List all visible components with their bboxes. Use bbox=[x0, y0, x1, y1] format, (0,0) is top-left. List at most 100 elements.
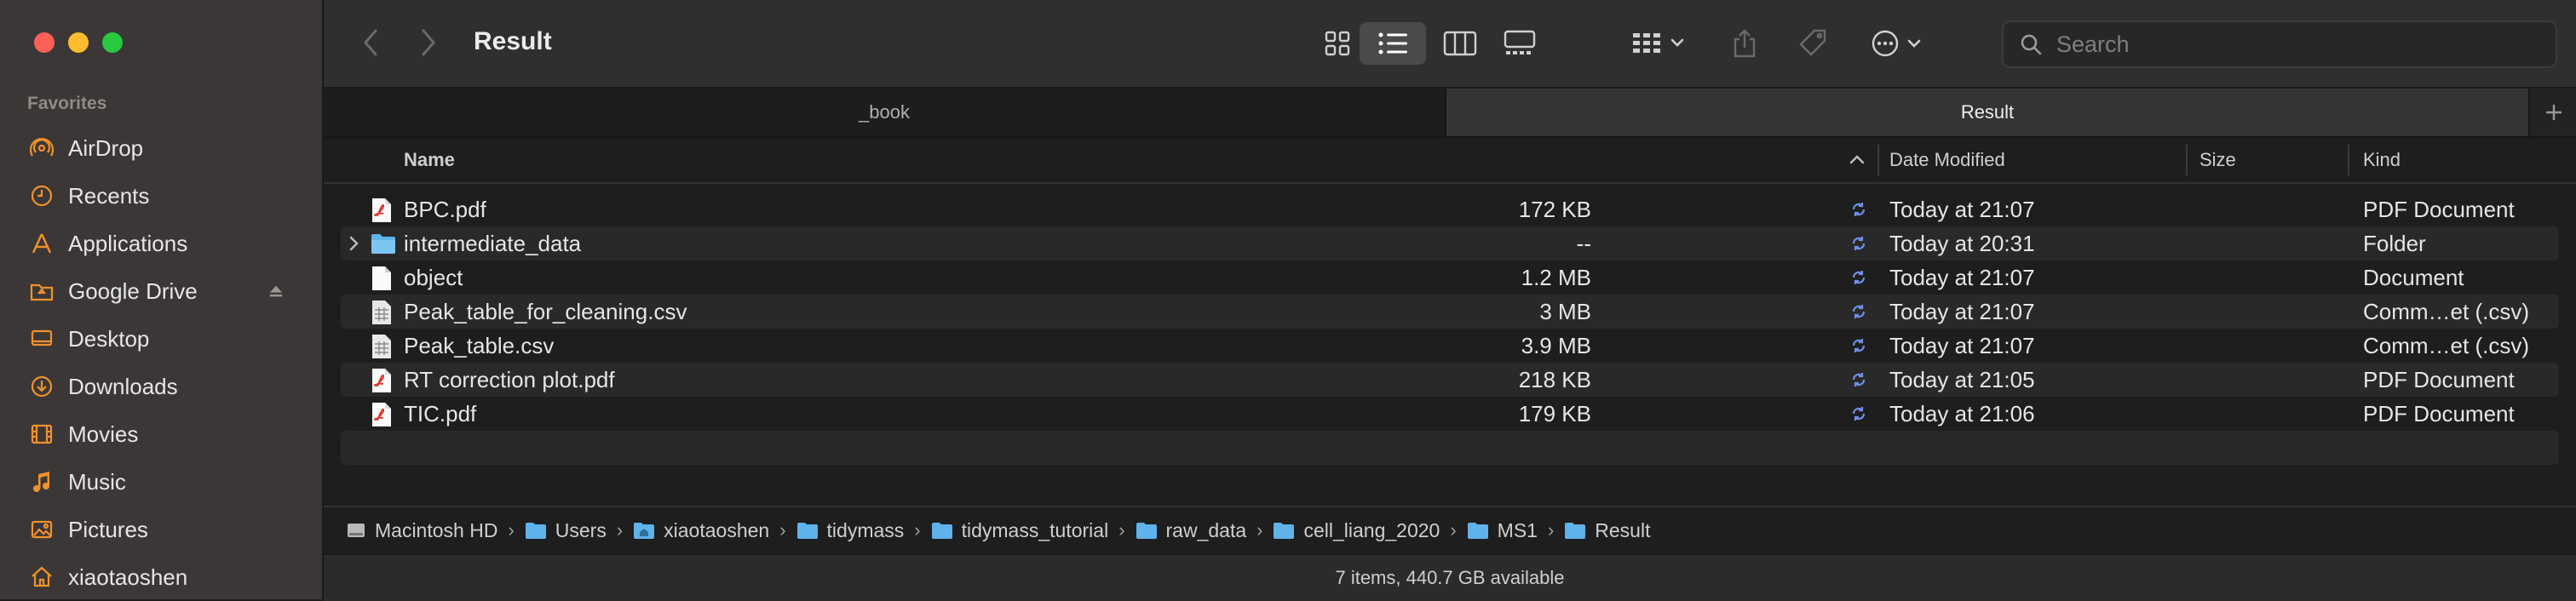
table-row[interactable]: intermediate_data Today at 20:31 -- Fold… bbox=[341, 226, 2559, 260]
tag-button[interactable] bbox=[1791, 22, 1835, 65]
folder-icon bbox=[1274, 523, 1295, 539]
path-segment-ms1[interactable]: MS1 bbox=[1467, 519, 1538, 542]
file-name: TIC.pdf bbox=[404, 400, 477, 426]
table-row[interactable]: Peak_table_for_cleaning.csv Today at 21:… bbox=[341, 295, 2559, 329]
file-date: Today at 21:06 bbox=[1889, 400, 2035, 426]
sidebar-item-desktop[interactable]: Desktop bbox=[0, 315, 322, 363]
disclosure-chevron-right-icon[interactable] bbox=[348, 235, 359, 252]
column-kind-header[interactable]: Kind bbox=[2363, 138, 2401, 182]
sort-chevron-up-icon[interactable] bbox=[1849, 153, 1866, 165]
sidebar-item-google-drive[interactable]: Google Drive bbox=[0, 267, 322, 315]
sidebar-list: AirDrop Recents Applications Google Driv… bbox=[0, 124, 322, 601]
group-by-button[interactable] bbox=[1627, 22, 1695, 65]
list-view-button[interactable] bbox=[1360, 22, 1426, 65]
list-icon bbox=[1378, 32, 1407, 54]
sync-status-icon bbox=[1852, 339, 1866, 352]
file-size: 172 KB bbox=[1518, 196, 1591, 222]
close-window-button[interactable] bbox=[34, 32, 55, 53]
path-segment-label: Result bbox=[1595, 518, 1651, 541]
sidebar-item-label: Downloads bbox=[68, 373, 178, 399]
sidebar-item-movies[interactable]: Movies bbox=[0, 410, 322, 458]
path-segment-xiaotaoshen[interactable]: xiaotaoshen bbox=[633, 519, 769, 542]
ellipsis-circle-icon bbox=[1872, 30, 1921, 57]
file-date: Today at 21:05 bbox=[1889, 366, 2035, 392]
downloads-icon bbox=[31, 375, 53, 398]
gallery-view-button[interactable] bbox=[1492, 22, 1547, 65]
search-input[interactable] bbox=[2055, 30, 2535, 59]
path-segment-tidymass[interactable]: tidymass bbox=[796, 519, 904, 542]
file-name: object bbox=[404, 264, 463, 290]
back-chevron-icon[interactable] bbox=[361, 27, 380, 58]
eject-icon[interactable] bbox=[266, 281, 286, 301]
icon-view-button[interactable] bbox=[1310, 22, 1365, 65]
pdf-file-icon bbox=[372, 369, 391, 392]
sidebar: Favorites AirDrop Recents Applications G… bbox=[0, 0, 324, 599]
window-controls bbox=[34, 32, 123, 53]
file-name: intermediate_data bbox=[404, 230, 582, 256]
sidebar-item-pictures[interactable]: Pictures bbox=[0, 506, 322, 553]
tab-bar: _book Result bbox=[324, 89, 2576, 138]
new-tab-button[interactable] bbox=[2528, 89, 2576, 136]
zoom-window-button[interactable] bbox=[102, 32, 123, 53]
tab-book[interactable]: _book bbox=[324, 89, 1446, 136]
folder-icon bbox=[796, 523, 818, 539]
column-date-header[interactable]: Date Modified bbox=[1889, 138, 2005, 182]
drive-folder-icon bbox=[30, 283, 54, 301]
path-segment-macintosh-hd[interactable]: Macintosh HD bbox=[346, 519, 497, 542]
file-kind: Comm…et (.csv) bbox=[2363, 298, 2529, 324]
sidebar-item-downloads[interactable]: Downloads bbox=[0, 363, 322, 410]
grid-icon bbox=[1325, 31, 1350, 56]
sidebar-item-home[interactable]: xiaotaoshen bbox=[0, 553, 322, 601]
file-size: 3 MB bbox=[1539, 298, 1591, 324]
column-name-header[interactable]: Name bbox=[404, 138, 455, 182]
search-field[interactable] bbox=[2002, 20, 2557, 68]
sidebar-item-airdrop[interactable]: AirDrop bbox=[0, 124, 322, 172]
sync-status-icon bbox=[1852, 407, 1866, 421]
tab-label: Result bbox=[1960, 101, 2015, 123]
folder-icon bbox=[371, 234, 395, 254]
path-segment-label: xiaotaoshen bbox=[664, 518, 770, 541]
group-grid-chevron-icon bbox=[1633, 33, 1684, 53]
tab-result[interactable]: Result bbox=[1446, 89, 2528, 136]
table-row[interactable]: object Today at 21:07 1.2 MB Document bbox=[341, 260, 2559, 295]
hard-drive-icon bbox=[348, 524, 365, 537]
file-date: Today at 21:07 bbox=[1889, 264, 2035, 290]
tag-icon bbox=[1799, 29, 1826, 56]
table-row[interactable]: Peak_table.csv Today at 21:07 3.9 MB Com… bbox=[341, 329, 2559, 363]
path-segment-label: Users bbox=[555, 518, 607, 541]
file-size: 1.2 MB bbox=[1521, 264, 1591, 290]
table-row[interactable]: BPC.pdf Today at 21:07 172 KB PDF Docume… bbox=[341, 192, 2559, 226]
file-size: 3.9 MB bbox=[1521, 332, 1591, 358]
sidebar-item-recents[interactable]: Recents bbox=[0, 172, 322, 220]
file-kind: Document bbox=[2363, 264, 2464, 290]
path-segment-raw-data[interactable]: raw_data bbox=[1136, 519, 1246, 542]
folder-icon bbox=[931, 523, 952, 539]
path-segment-users[interactable]: Users bbox=[525, 519, 607, 542]
home-folder-icon bbox=[634, 523, 655, 539]
path-segment-label: Macintosh HD bbox=[375, 518, 498, 541]
path-segment-label: tidymass_tutorial bbox=[961, 518, 1109, 541]
path-chevron-icon: › bbox=[779, 519, 786, 541]
sidebar-item-applications[interactable]: Applications bbox=[0, 220, 322, 267]
share-button[interactable] bbox=[1722, 22, 1767, 65]
forward-chevron-icon[interactable] bbox=[419, 27, 438, 58]
csv-file-icon bbox=[372, 335, 391, 358]
sidebar-item-label: Desktop bbox=[68, 325, 150, 352]
path-segment-cell-liang-2020[interactable]: cell_liang_2020 bbox=[1273, 519, 1440, 542]
more-actions-button[interactable] bbox=[1866, 22, 1934, 65]
path-segment-tidymass-tutorial[interactable]: tidymass_tutorial bbox=[931, 518, 1109, 542]
table-row[interactable]: RT correction plot.pdf Today at 21:05 21… bbox=[341, 363, 2559, 397]
plus-icon bbox=[2546, 105, 2562, 120]
column-size-header[interactable]: Size bbox=[2199, 138, 2236, 182]
columns-icon bbox=[1443, 31, 1477, 56]
sidebar-item-music[interactable]: Music bbox=[0, 458, 322, 506]
column-view-button[interactable] bbox=[1433, 22, 1487, 65]
desktop-icon bbox=[31, 329, 53, 346]
music-note-icon bbox=[33, 472, 49, 492]
table-row[interactable]: TIC.pdf Today at 21:06 179 KB PDF Docume… bbox=[341, 397, 2559, 431]
minimize-window-button[interactable] bbox=[68, 32, 89, 53]
file-size: -- bbox=[1576, 230, 1591, 256]
path-segment-result[interactable]: Result bbox=[1564, 519, 1650, 542]
path-chevron-icon: › bbox=[1547, 519, 1555, 541]
path-chevron-icon: › bbox=[616, 519, 624, 541]
